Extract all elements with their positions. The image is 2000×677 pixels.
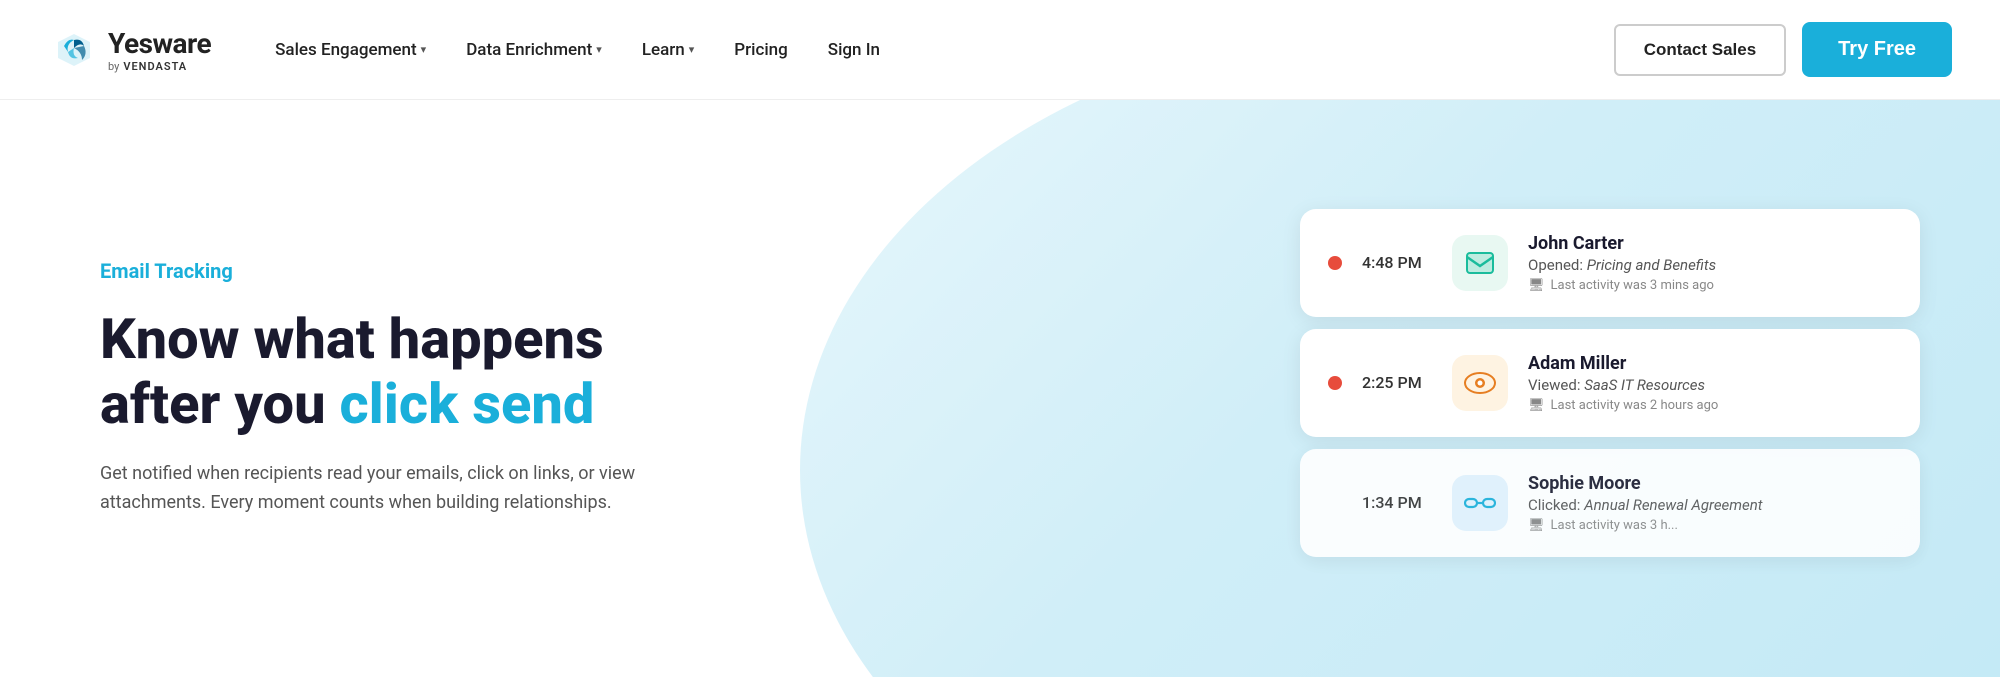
email-open-icon — [1452, 235, 1508, 291]
nav-item-sign-in[interactable]: Sign In — [812, 32, 896, 68]
hero-headline: Know what happens after you click send — [100, 307, 700, 436]
notification-card-3: 1:34 PM Sophie Moore Clicked: Annual Ren… — [1300, 449, 1920, 557]
live-dot-1 — [1328, 256, 1342, 270]
vendasta-label: VENDASTA — [123, 60, 187, 73]
nav-item-data-enrichment[interactable]: Data Enrichment ▾ — [450, 32, 618, 68]
notif-action-2: Viewed: SaaS IT Resources — [1528, 376, 1892, 394]
notif-action-3: Clicked: Annual Renewal Agreement — [1528, 496, 1892, 514]
contact-sales-button[interactable]: Contact Sales — [1614, 24, 1786, 76]
contact-name-1: John Carter — [1528, 233, 1892, 254]
view-icon — [1452, 355, 1508, 411]
email-tracking-label: Email Tracking — [100, 259, 700, 283]
time-2: 2:25 PM — [1362, 373, 1432, 392]
nav-actions: Contact Sales Try Free — [1614, 22, 1952, 77]
live-dot-2 — [1328, 376, 1342, 390]
hero-content: Email Tracking Know what happens after y… — [0, 100, 700, 677]
nav-item-pricing[interactable]: Pricing — [718, 32, 804, 68]
logo-area[interactable]: Yesware by VENDASTA — [48, 24, 211, 76]
link-icon — [1452, 475, 1508, 531]
time-1: 4:48 PM — [1362, 253, 1432, 272]
notification-card-1: 4:48 PM John Carter Opened: Pricing and … — [1300, 209, 1920, 317]
chevron-down-icon: ▾ — [421, 43, 427, 56]
nav-item-sales-engagement[interactable]: Sales Engagement ▾ — [259, 32, 442, 68]
contact-name-2: Adam Miller — [1528, 353, 1892, 374]
notif-activity-1: 🖥 Last activity was 3 mins ago — [1528, 278, 1892, 293]
notif-info-1: John Carter Opened: Pricing and Benefits… — [1528, 233, 1892, 293]
monitor-icon-2: 🖥 — [1528, 398, 1545, 413]
hero-subtext: Get notified when recipients read your e… — [100, 460, 660, 518]
chevron-down-icon: ▾ — [596, 43, 602, 56]
notif-action-1: Opened: Pricing and Benefits — [1528, 256, 1892, 274]
notification-card-2: 2:25 PM Adam Miller Viewed: SaaS IT Reso… — [1300, 329, 1920, 437]
hero-highlight: click send — [340, 371, 595, 437]
notif-activity-2: 🖥 Last activity was 2 hours ago — [1528, 398, 1892, 413]
time-3: 1:34 PM — [1362, 493, 1432, 512]
monitor-icon: 🖥 — [1528, 278, 1545, 293]
monitor-icon-3: 🖥 — [1528, 518, 1545, 533]
nav-item-learn[interactable]: Learn ▾ — [626, 32, 710, 68]
main-navigation: Yesware by VENDASTA Sales Engagement ▾ D… — [0, 0, 2000, 100]
notif-activity-3: 🖥 Last activity was 3 h... — [1528, 518, 1892, 533]
contact-name-3: Sophie Moore — [1528, 473, 1892, 494]
hero-section: Email Tracking Know what happens after y… — [0, 100, 2000, 677]
nav-links: Sales Engagement ▾ Data Enrichment ▾ Lea… — [259, 32, 1614, 68]
hero-right-panel: 4:48 PM John Carter Opened: Pricing and … — [700, 100, 2000, 677]
logo-byline: by VENDASTA — [108, 60, 211, 73]
chevron-down-icon: ▾ — [689, 43, 695, 56]
notif-info-3: Sophie Moore Clicked: Annual Renewal Agr… — [1528, 473, 1892, 533]
try-free-button[interactable]: Try Free — [1802, 22, 1952, 77]
notif-info-2: Adam Miller Viewed: SaaS IT Resources 🖥 … — [1528, 353, 1892, 413]
dot-placeholder-3 — [1328, 496, 1342, 510]
notifications-container: 4:48 PM John Carter Opened: Pricing and … — [1300, 209, 1920, 569]
logo-wordmark: Yesware — [108, 27, 211, 60]
